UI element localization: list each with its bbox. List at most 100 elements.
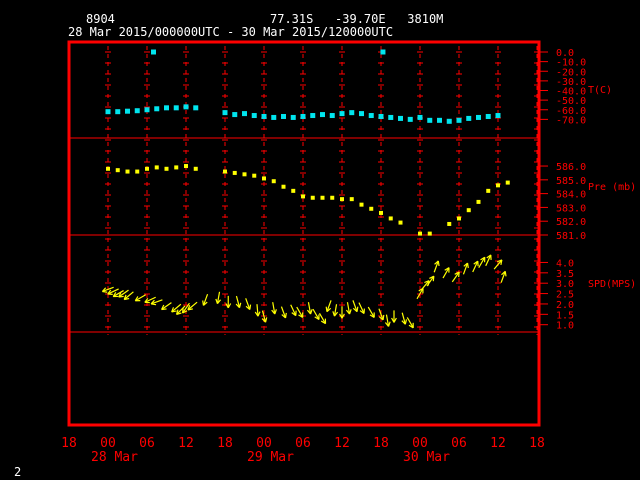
pressure-point bbox=[349, 197, 354, 202]
wind-arrow-head bbox=[202, 300, 205, 306]
y-tick-label: 4.0 bbox=[556, 258, 574, 269]
x-tick-label: 06 bbox=[451, 436, 467, 451]
pressure-point bbox=[447, 221, 452, 226]
wind-arrow bbox=[352, 300, 359, 313]
temperature-point bbox=[261, 113, 267, 119]
wind-arrow bbox=[401, 312, 408, 325]
temperature-point bbox=[164, 105, 169, 111]
temperature-point bbox=[378, 113, 384, 119]
x-tick-label: 00 bbox=[412, 436, 428, 451]
temperature-point bbox=[232, 112, 238, 118]
pressure-point bbox=[125, 169, 130, 174]
temperature-point bbox=[173, 105, 179, 111]
wind-arrow-head bbox=[264, 317, 268, 323]
wind-arrow bbox=[442, 267, 450, 279]
temperature-point bbox=[242, 111, 247, 117]
temperature-point bbox=[193, 105, 199, 111]
y-tick-label: 1.5 bbox=[556, 310, 574, 321]
pressure-point bbox=[135, 169, 140, 174]
y-tick-label: 581.0 bbox=[556, 231, 586, 242]
temperature-point bbox=[456, 117, 462, 123]
wind-arrow bbox=[225, 295, 232, 309]
wind-arrow-head bbox=[284, 312, 287, 318]
y-axis-label: T(C) bbox=[588, 85, 612, 96]
wind-arrow bbox=[451, 271, 460, 283]
wind-arrow bbox=[235, 295, 242, 309]
temperature-point bbox=[251, 113, 257, 119]
temperature-point bbox=[222, 110, 228, 116]
wind-arrow bbox=[202, 293, 209, 306]
pressure-point bbox=[291, 188, 296, 193]
wind-arrow bbox=[500, 270, 507, 283]
pressure-point bbox=[369, 206, 374, 211]
date-label: 30 Mar bbox=[403, 450, 450, 465]
station-id: 8904 bbox=[86, 12, 115, 26]
temperature-point bbox=[398, 115, 403, 121]
temperature-point bbox=[388, 114, 394, 120]
x-tick-label: 18 bbox=[529, 436, 545, 451]
temperature-point bbox=[466, 115, 472, 121]
temperature-point bbox=[446, 118, 452, 124]
wind-arrow-head bbox=[215, 298, 219, 304]
pressure-point bbox=[310, 195, 315, 200]
temperature-point bbox=[144, 107, 150, 113]
wind-arrow bbox=[406, 317, 414, 329]
y-tick-label: 586.0 bbox=[556, 162, 586, 173]
temperature-point bbox=[281, 113, 286, 119]
pressure-point bbox=[457, 216, 461, 221]
temperature-point bbox=[359, 111, 364, 117]
wind-arrow-head bbox=[274, 309, 277, 315]
wind-arrow bbox=[318, 312, 327, 325]
time-period: 28 Mar 2015/000000UTC - 30 Mar 2015/1200… bbox=[68, 25, 393, 39]
pressure-point bbox=[466, 208, 471, 213]
wind-arrow bbox=[107, 288, 119, 295]
temperature-point bbox=[183, 104, 189, 110]
pressure-point bbox=[330, 195, 335, 200]
wind-arrow-head bbox=[332, 311, 336, 317]
y-tick-label: 1.0 bbox=[556, 321, 574, 332]
y-tick-label: 583.0 bbox=[556, 203, 586, 214]
wind-arrow bbox=[280, 306, 287, 319]
wind-arrow bbox=[134, 294, 146, 302]
wind-arrow-head bbox=[382, 314, 385, 321]
wind-arrow bbox=[245, 298, 252, 311]
x-tick-label: 00 bbox=[100, 436, 116, 451]
pressure-point bbox=[184, 164, 188, 169]
y-axis-label: SPD(MPS) bbox=[588, 279, 636, 290]
temperature-point bbox=[427, 117, 433, 123]
temperature-point bbox=[134, 108, 140, 114]
wind-arrow bbox=[271, 302, 277, 315]
pressure-point bbox=[242, 172, 247, 177]
x-tick-label: 06 bbox=[139, 436, 155, 451]
temperature-point bbox=[476, 114, 481, 120]
temperature-point bbox=[329, 113, 335, 119]
wind-arrow-head bbox=[458, 271, 460, 278]
wind-arrow-head bbox=[309, 309, 313, 315]
y-tick-label: 3.5 bbox=[556, 269, 574, 280]
wind-arrow bbox=[367, 306, 375, 318]
temperature-point bbox=[320, 112, 325, 118]
temperature-point bbox=[271, 114, 277, 120]
pressure-point bbox=[262, 176, 266, 181]
wind-arrow-head bbox=[387, 321, 391, 327]
wind-arrow bbox=[150, 299, 163, 306]
grid-layer bbox=[69, 46, 540, 335]
wind-arrow bbox=[306, 302, 313, 315]
wind-arrow-head bbox=[325, 306, 328, 312]
temperature-point bbox=[417, 114, 423, 120]
wind-arrow-head bbox=[238, 302, 242, 308]
wind-arrow-head bbox=[466, 262, 469, 269]
wind-arrow bbox=[123, 291, 134, 301]
pressure-point bbox=[232, 170, 237, 175]
pressure-point bbox=[154, 165, 159, 170]
pressure-point bbox=[223, 169, 227, 174]
pressure-point bbox=[359, 202, 364, 207]
pressure-point bbox=[496, 183, 500, 188]
wind-arrow bbox=[112, 290, 124, 298]
wind-arrow bbox=[325, 300, 332, 313]
wind-arrow bbox=[332, 304, 339, 317]
x-tick-label: 12 bbox=[490, 436, 506, 451]
pressure-point bbox=[301, 194, 305, 199]
wind-arrow-head bbox=[348, 309, 352, 315]
pressure-point bbox=[164, 166, 169, 171]
